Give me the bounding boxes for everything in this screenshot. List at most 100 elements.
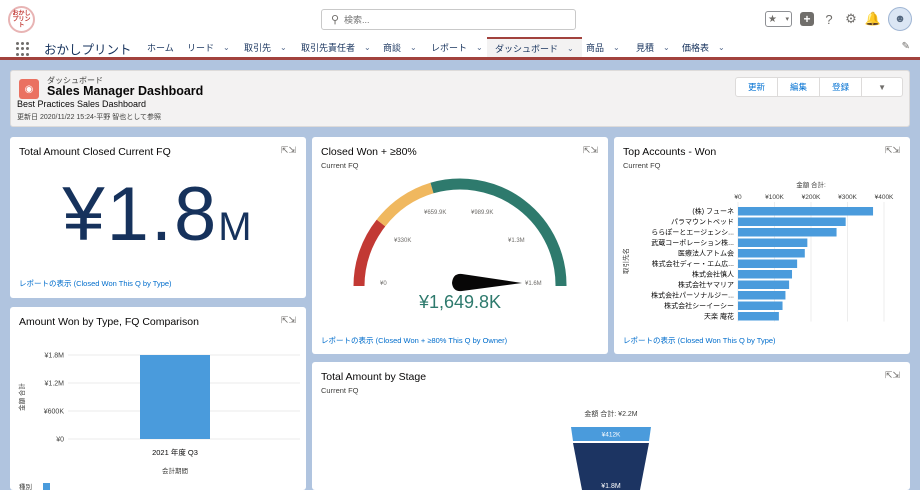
chevron-down-icon[interactable]: ⌄ xyxy=(718,43,725,52)
tab-home[interactable]: ホーム xyxy=(147,37,174,57)
edit-nav-icon[interactable]: ✎ xyxy=(902,41,910,52)
star-icon: ★ xyxy=(768,13,777,25)
y-axis-title: 取引先名 xyxy=(621,248,630,274)
category-label: ららぽーとエージェンシ... xyxy=(651,229,734,237)
metric-value: ¥1.8M xyxy=(62,172,254,257)
card-title: Total Amount Closed Current FQ xyxy=(19,146,171,158)
card-title: Amount Won by Type, FQ Comparison xyxy=(19,316,199,328)
company-logo[interactable]: おかし プリント xyxy=(8,6,35,33)
card-closed-won-gauge: Closed Won + ≥80% Current FQ ⇱⇲ ¥0 ¥330K… xyxy=(312,137,608,354)
chevron-down-icon[interactable]: ⌄ xyxy=(280,43,287,52)
tab-reports[interactable]: レポート ⌄ xyxy=(431,37,483,57)
card-subtitle: Current FQ xyxy=(321,386,359,395)
chevron-down-icon[interactable]: ⌄ xyxy=(613,43,620,52)
dashboard-actions: 更新 編集 登録 ▼ xyxy=(735,77,903,97)
bell-icon[interactable]: 🔔 xyxy=(865,11,881,26)
chevron-down-icon[interactable]: ⌄ xyxy=(476,43,483,52)
app-launcher-icon[interactable] xyxy=(16,42,30,56)
card-title: Top Accounts - Won xyxy=(623,146,717,158)
expand-icon[interactable]: ⇱⇲ xyxy=(885,370,900,381)
view-report-link[interactable]: レポートの表示 (Closed Won + ≥80% This Q by Own… xyxy=(321,335,507,346)
stage-funnel-chart: 金額 合計: ¥2.2M ¥412K ¥1.8M xyxy=(571,409,651,490)
expand-icon[interactable]: ⇱⇲ xyxy=(583,145,598,156)
global-search[interactable]: ⚲ xyxy=(321,9,576,30)
gauge-tick: ¥989.9K xyxy=(471,210,493,216)
gauge-band-red xyxy=(353,219,386,287)
chevron-down-icon: ▼ xyxy=(878,82,886,92)
search-icon: ⚲ xyxy=(331,14,340,26)
card-title: Total Amount by Stage xyxy=(321,371,427,383)
gauge-band-green xyxy=(430,178,567,287)
card-subtitle: Current FQ xyxy=(321,161,359,170)
category-label: 株式会社慎人 xyxy=(692,270,734,279)
category-label: 武蔵コーポレーション株... xyxy=(651,238,734,247)
bar xyxy=(738,259,798,268)
chevron-down-icon[interactable]: ⌄ xyxy=(410,43,417,52)
edit-button[interactable]: 編集 xyxy=(778,78,821,96)
x-tick-label: ¥300K xyxy=(838,194,857,201)
refresh-button[interactable]: 更新 xyxy=(736,78,779,96)
updated-info: 更新日 2020/11/22 15:24-平野 智也として参照 xyxy=(17,114,161,121)
plus-icon[interactable]: + xyxy=(800,12,814,26)
y-tick-label: ¥0 xyxy=(56,437,64,444)
y-tick-label: ¥600K xyxy=(44,409,65,416)
chevron-down-icon[interactable]: ⌄ xyxy=(663,43,670,52)
bar xyxy=(738,249,805,258)
avatar[interactable]: ☻ xyxy=(888,7,912,31)
top-accounts-bar-chart: 金額 合計: ¥0 ¥100K ¥200K ¥300K ¥400K 取引先名 (株) フューネ… xyxy=(621,180,894,322)
funnel-total-label: 金額 合計: ¥2.2M xyxy=(584,409,637,418)
gauge-tick: ¥659.9K xyxy=(424,210,446,216)
gauge-chart: ¥0 ¥330K ¥659.9K ¥989.9K ¥1.3M ¥1.6M ¥1,… xyxy=(353,178,567,312)
category-label: 株式会社シーイーシー xyxy=(664,301,734,310)
subscribe-button[interactable]: 登録 xyxy=(820,78,863,96)
x-tick-label: ¥0 xyxy=(734,194,742,201)
tab-opportunities[interactable]: 商談 ⌄ xyxy=(383,37,417,57)
chevron-down-icon[interactable]: ⌄ xyxy=(223,43,230,52)
card-top-accounts: Top Accounts - Won Current FQ ⇱⇲ 金額 合計: ¥… xyxy=(614,137,910,354)
tab-dashboards[interactable]: ダッシュボード ⌄ xyxy=(487,37,582,57)
tab-accounts[interactable]: 取引先 ⌄ xyxy=(244,37,287,57)
expand-icon[interactable]: ⇱⇲ xyxy=(281,315,296,326)
x-axis-title: 金額 合計: xyxy=(796,180,826,189)
gauge-tick: ¥0 xyxy=(380,281,387,287)
view-report-link[interactable]: レポートの表示 (Closed Won This Q by Type) xyxy=(19,278,172,289)
view-report-link[interactable]: レポートの表示 (Closed Won This Q by Type) xyxy=(623,335,776,346)
tab-quotes[interactable]: 見積 ⌄ xyxy=(636,37,670,57)
bar xyxy=(738,312,779,321)
tab-products[interactable]: 商品 ⌄ xyxy=(586,37,620,57)
bar xyxy=(738,207,874,216)
x-axis-title: 会計期間 xyxy=(162,466,188,475)
dashboard-title: Sales Manager Dashboard xyxy=(47,84,204,98)
gauge-value: ¥1,649.8K xyxy=(418,292,501,312)
global-header: おかしプリント ⚲ ★ ▾ + ? ⚙ 🔔 ☻ xyxy=(0,0,920,37)
bar xyxy=(738,301,783,310)
chevron-down-icon[interactable]: ⌄ xyxy=(567,44,574,53)
funnel-segment-label: ¥1.8M xyxy=(601,483,621,490)
expand-icon[interactable]: ⇱⇲ xyxy=(885,145,900,156)
gauge-tick: ¥330K xyxy=(394,238,411,244)
help-icon[interactable]: ? xyxy=(822,12,836,27)
bar xyxy=(738,228,837,237)
x-tick-label: ¥200K xyxy=(802,194,821,201)
favorites-button[interactable]: ★ ▾ xyxy=(765,11,792,27)
chevron-down-icon[interactable]: ⌄ xyxy=(364,43,371,52)
app-name: おかしプリント xyxy=(44,43,132,57)
amount-by-type-bar-chart: ¥0 ¥600K ¥1.2M ¥1.8M 金額 合計 2021 年度 Q3 会計期間種別 xyxy=(17,353,300,490)
y-tick-label: ¥1.2M xyxy=(45,381,65,388)
search-input[interactable] xyxy=(344,12,564,27)
gear-icon[interactable]: ⚙ xyxy=(844,11,858,26)
more-actions-button[interactable]: ▼ xyxy=(862,78,902,96)
tab-contacts[interactable]: 取引先責任者 ⌄ xyxy=(301,37,371,57)
category-label: 医療法人アトム会 xyxy=(678,249,734,258)
category-label: (株) フューネ xyxy=(692,207,734,216)
bar xyxy=(738,291,786,300)
funnel-segment-label: ¥412K xyxy=(602,432,621,439)
tab-pricebooks[interactable]: 価格表 ⌄ xyxy=(682,37,725,57)
bar xyxy=(738,280,790,289)
gauge-band-yellow xyxy=(376,182,434,227)
card-amount-by-type: Amount Won by Type, FQ Comparison ⇱⇲ ¥0 ¥… xyxy=(10,307,306,490)
x-tick-label: ¥400K xyxy=(875,194,894,201)
expand-icon[interactable]: ⇱⇲ xyxy=(281,145,296,156)
x-tick-label: ¥100K xyxy=(765,194,784,201)
tab-leads[interactable]: リード ⌄ xyxy=(187,37,230,57)
